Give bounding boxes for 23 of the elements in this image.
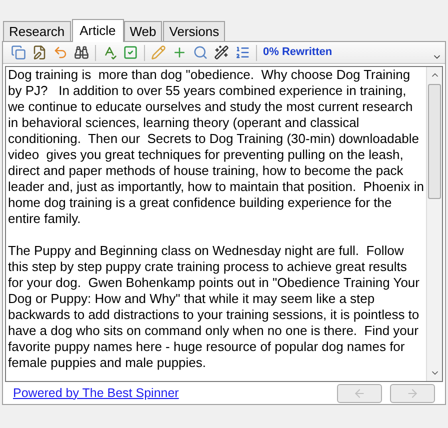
magic-wand-icon[interactable] <box>214 45 229 60</box>
rewritten-status: 0% Rewritten <box>263 45 332 60</box>
undo-arrow-icon[interactable] <box>53 45 68 60</box>
tab[interactable]: Article <box>72 19 124 42</box>
binoculars-icon[interactable] <box>74 45 89 60</box>
copy-icon[interactable] <box>11 45 26 60</box>
document-pencil-icon[interactable] <box>32 45 47 60</box>
article-paragraph: Dog training is more than dog "obedience. Why choose Dog Training by PJ? In addition to over 55 years combined experience in training, we continue to educate ourselves and study the most current research in behavioral sciences, learning theory (operant and classical conditioning. Then our Secrets to Dog Training (30-min) downloadable video gives you great techniques for preventing pulling on the leash, direct and paper methods of house training, how to become the pack leader and, just as importantly, how to maintain that position. Phoenix in home dog training is a great confidence building experience for the entire family. <box>8 67 424 227</box>
add-icon[interactable] <box>172 45 187 60</box>
numbered-list-icon[interactable] <box>235 45 250 60</box>
scrollbar[interactable] <box>426 67 442 381</box>
tab[interactable]: Web <box>124 21 162 41</box>
spellcheck-icon[interactable] <box>102 45 117 60</box>
search-icon[interactable] <box>193 45 208 60</box>
scroll-thumb[interactable] <box>428 84 441 199</box>
pencil-icon[interactable] <box>151 45 166 60</box>
tab[interactable]: Versions <box>163 21 226 41</box>
right-arrow-icon <box>406 386 419 400</box>
checkbox-icon[interactable] <box>123 45 138 60</box>
article-paragraph: The Puppy and Beginning class on Wednesday night are full. Follow this step by step puppy crate training process to achieve great results for your dog. Gwen Bohenkamp points out in "Obedience Training Your Dog or Puppy: How and Why" that while it may seem like a step backwards to add distractions to your training sessions, it is pointless to have a dog who sits on command only when no one is there. Find your favorite puppy names here - huge resource of popular dog names for female puppies and male puppies. <box>8 243 420 371</box>
powered-by-link[interactable]: Powered by The Best Spinner <box>13 384 179 402</box>
left-arrow-icon <box>353 386 366 400</box>
tab[interactable]: Research <box>3 21 71 41</box>
